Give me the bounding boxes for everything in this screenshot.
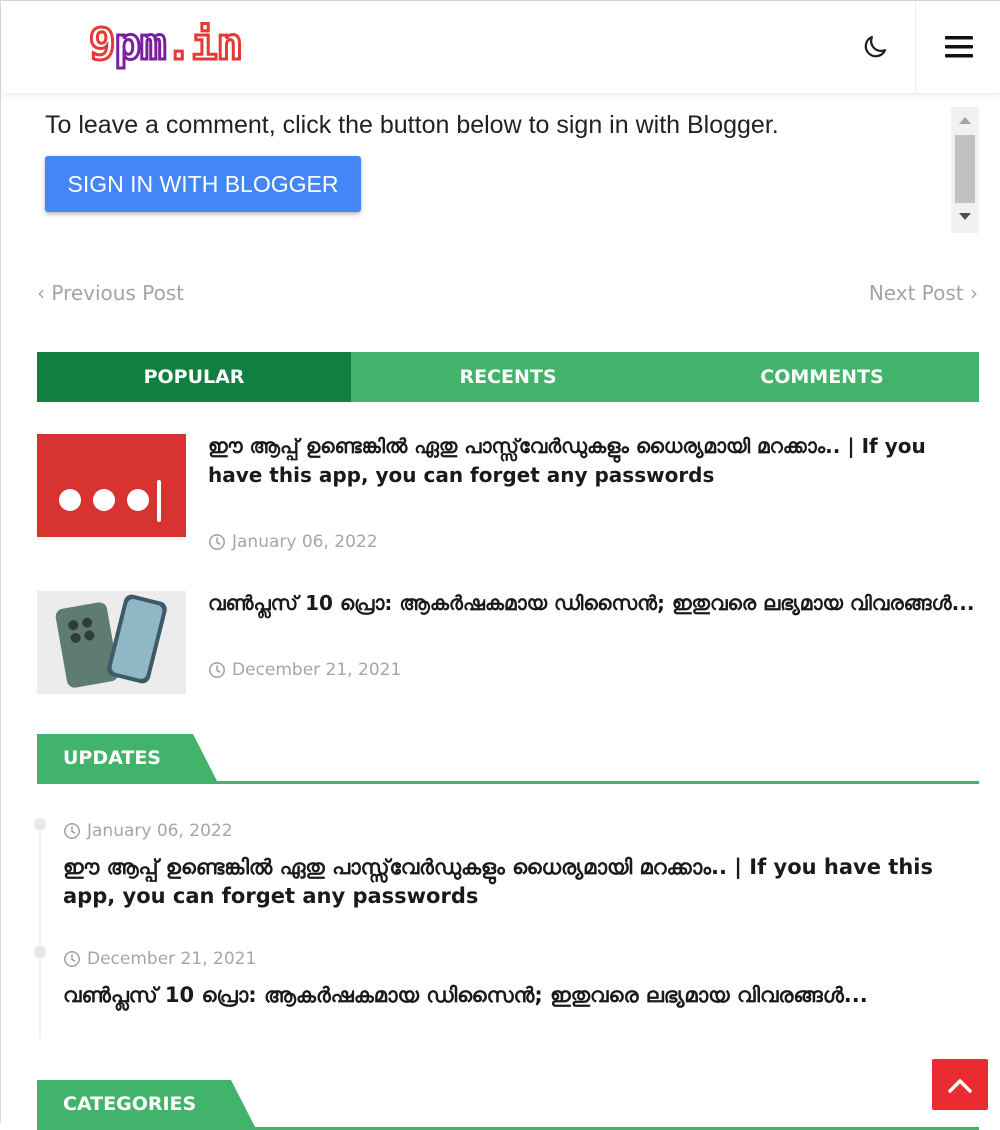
update-date: December 21, 2021: [63, 949, 256, 969]
popular-post-title[interactable]: വൺപ്ലസ് 10 പ്രൊ: ആകർഷകമായ ഡിസൈൻ; ഇതുവരെ …: [208, 589, 978, 618]
next-post-link[interactable]: Next Post ›: [869, 281, 978, 305]
post-date: December 21, 2021: [208, 660, 401, 680]
tab-comments[interactable]: COMMENTS: [665, 352, 979, 402]
clock-icon: [208, 533, 226, 551]
update-title[interactable]: ഈ ആപ്പ് ഉണ്ടെങ്കിൽ ഏതു പാസ്സ്‌വേർഡുകളും …: [63, 853, 963, 911]
hamburger-menu-button[interactable]: [915, 1, 1000, 93]
logo-part-domain: .in: [164, 18, 245, 72]
update-date: January 06, 2022: [63, 821, 233, 841]
post-thumbnail[interactable]: [37, 591, 186, 694]
moon-icon: [864, 35, 887, 58]
dark-mode-toggle-button[interactable]: [849, 21, 901, 73]
next-post-label: Next Post: [868, 281, 964, 305]
scroll-up-arrow-icon[interactable]: [959, 117, 971, 124]
phone-image: [37, 591, 186, 694]
categories-heading: CATEGORIES: [37, 1080, 255, 1127]
chevron-up-icon: [948, 1078, 972, 1093]
previous-post-link[interactable]: ‹ Previous Post: [37, 281, 184, 305]
previous-post-label: Previous Post: [51, 281, 185, 305]
logo-part-pm: pm: [113, 18, 168, 72]
chevron-right-icon: ›: [970, 281, 978, 305]
clock-icon: [63, 822, 81, 840]
chevron-left-icon: ‹: [37, 281, 45, 305]
updates-section-header: UPDATES: [37, 734, 979, 784]
timeline-dot: [34, 946, 46, 958]
scroll-down-arrow-icon[interactable]: [959, 213, 971, 220]
widget-tabs: POPULAR RECENTS COMMENTS: [37, 352, 979, 402]
timeline-dot: [34, 818, 46, 830]
popular-post-title[interactable]: ഈ ആപ്പ് ഉണ്ടെങ്കിൽ ഏതു പാസ്സ്‌വേർഡുകളും …: [208, 432, 978, 490]
logo-part-number: 9: [88, 18, 117, 72]
clock-icon: [208, 661, 226, 679]
back-to-top-button[interactable]: [932, 1059, 988, 1110]
update-date-text: December 21, 2021: [87, 949, 257, 969]
post-date-text: December 21, 2021: [232, 660, 402, 680]
tab-popular[interactable]: POPULAR: [37, 352, 351, 402]
updates-heading: UPDATES: [37, 734, 217, 781]
comment-sign-in-prompt: To leave a comment, click the button bel…: [45, 111, 779, 139]
site-logo[interactable]: 9pm.in: [88, 18, 245, 72]
timeline-line: [39, 823, 41, 1038]
post-thumbnail[interactable]: [37, 434, 186, 537]
clock-icon: [63, 950, 81, 968]
update-date-text: January 06, 2022: [87, 821, 233, 841]
post-date: January 06, 2022: [208, 532, 378, 552]
scrollbar-thumb[interactable]: [955, 135, 975, 203]
post-date-text: January 06, 2022: [232, 532, 378, 552]
tab-recents[interactable]: RECENTS: [351, 352, 665, 402]
site-header: 9pm.in: [1, 1, 1000, 93]
update-title[interactable]: വൺപ്ലസ് 10 പ്രൊ: ആകർഷകമായ ഡിസൈൻ; ഇതുവരെ …: [63, 981, 963, 1010]
hamburger-menu-icon: [944, 36, 973, 58]
sign-in-with-blogger-button[interactable]: SIGN IN WITH BLOGGER: [45, 156, 361, 212]
comment-frame-scrollbar[interactable]: [951, 107, 979, 233]
